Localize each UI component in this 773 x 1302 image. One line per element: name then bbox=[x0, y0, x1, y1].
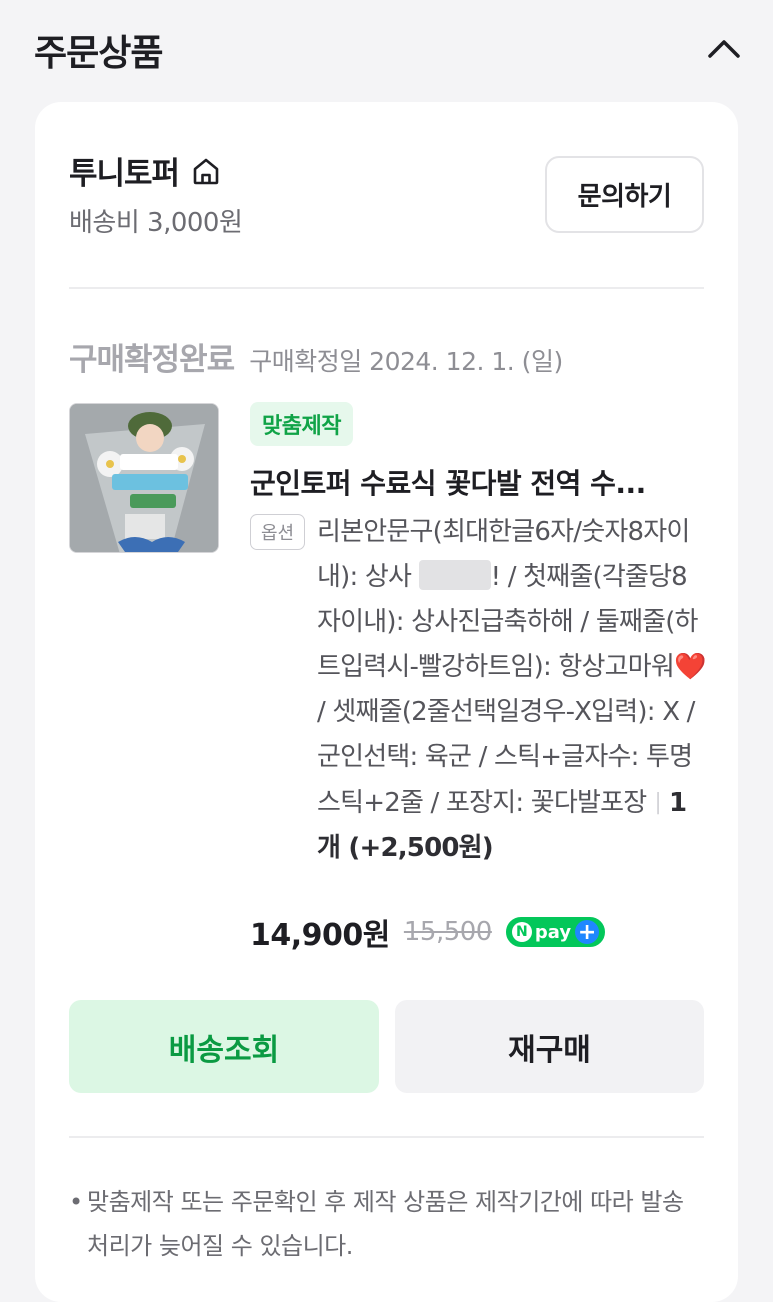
order-status: 구매확정완료 bbox=[69, 342, 235, 378]
order-items-header[interactable]: 주문상품 bbox=[0, 0, 773, 100]
option-text: 리본안문구(최대한글6자/숫자8자이내): 상사 ! / 첫째줄(각줄당8자이내… bbox=[317, 510, 707, 871]
inquiry-button[interactable]: 문의하기 bbox=[545, 156, 704, 233]
product-image bbox=[70, 404, 218, 552]
heart-emoji: ❤️ bbox=[674, 652, 706, 682]
section-title: 주문상품 bbox=[34, 33, 163, 74]
custom-made-badge: 맞춤제작 bbox=[250, 402, 353, 446]
chevron-up-icon[interactable] bbox=[704, 34, 744, 64]
seller-name[interactable]: 투니토퍼 bbox=[69, 148, 180, 193]
original-price: 15,500 bbox=[403, 917, 492, 947]
order-card: 투니토퍼 배송비 3,000원 문의하기 구매확정완료 구매확정일 2024. … bbox=[35, 102, 738, 1302]
price-row: 14,900원 15,500 N pay + bbox=[250, 910, 606, 954]
confirm-date: 구매확정일 2024. 12. 1. (일) bbox=[249, 347, 563, 376]
seller-row[interactable]: 투니토퍼 bbox=[69, 148, 222, 193]
separator: | bbox=[654, 790, 661, 815]
notice-text: 맞춤제작 또는 주문확인 후 제작 상품은 제작기간에 따라 발송 처리가 늦어… bbox=[87, 1188, 684, 1260]
sale-price: 14,900원 bbox=[250, 918, 390, 953]
npay-n-icon: N bbox=[511, 922, 532, 942]
product-title[interactable]: 군인토퍼 수료식 꽃다발 전역 수... bbox=[250, 462, 690, 502]
divider bbox=[69, 1136, 704, 1138]
plus-icon: + bbox=[575, 920, 600, 945]
store-home-icon[interactable] bbox=[190, 155, 222, 187]
divider bbox=[69, 287, 704, 289]
production-notice: • 맞춤제작 또는 주문확인 후 제작 상품은 제작기간에 따라 발송 처리가 … bbox=[69, 1180, 709, 1268]
npay-label: pay bbox=[534, 921, 572, 943]
track-delivery-button[interactable]: 배송조회 bbox=[69, 1000, 379, 1093]
product-thumbnail[interactable] bbox=[69, 403, 219, 553]
rebuy-button[interactable]: 재구매 bbox=[395, 1000, 704, 1093]
redacted-text bbox=[418, 560, 491, 590]
option-text-part3: / 셋째줄(2줄선택일경우-X입력): X / 군인선택: 육군 / 스틱+글자… bbox=[317, 697, 695, 818]
npay-plus-badge: N pay + bbox=[505, 917, 606, 947]
bullet-icon: • bbox=[69, 1188, 83, 1216]
option-label: 옵션 bbox=[250, 514, 305, 550]
shipping-fee: 배송비 3,000원 bbox=[69, 208, 243, 238]
order-status-row: 구매확정완료 구매확정일 2024. 12. 1. (일) bbox=[69, 334, 563, 379]
